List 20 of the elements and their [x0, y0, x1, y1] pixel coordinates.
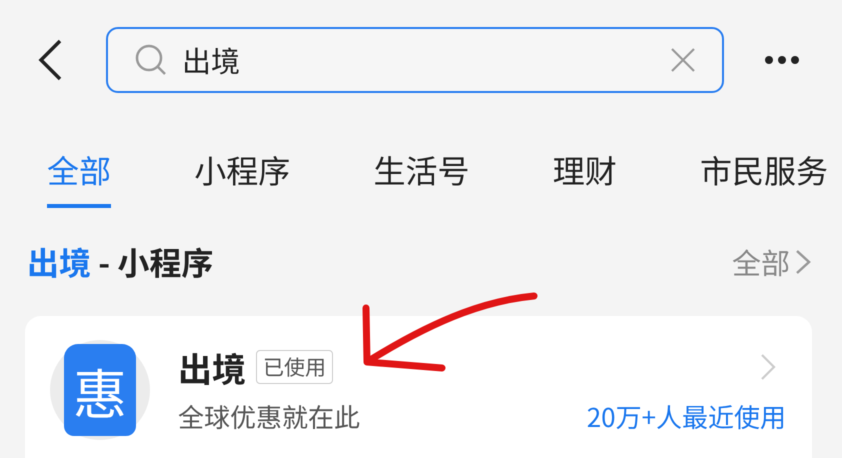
tab[interactable]: 市民服务: [700, 120, 828, 208]
result-card[interactable]: 惠 出境 已使用 全球优惠就在此 20万+人最近使用: [25, 316, 812, 458]
chevron-icon: [760, 353, 776, 381]
app-name: 出境: [178, 342, 246, 392]
used-tag: 已使用: [256, 350, 333, 384]
clear-icon[interactable]: [670, 47, 696, 73]
search-icon: [134, 43, 168, 77]
tab[interactable]: 理财: [552, 120, 617, 208]
section-query: 出境: [27, 239, 92, 285]
tab[interactable]: 小程序: [194, 120, 290, 208]
chevron-icon: [794, 248, 812, 276]
app-description: 全球优惠就在此: [178, 398, 360, 435]
search-field[interactable]: 出境: [106, 27, 724, 93]
tab[interactable]: 全部: [47, 120, 112, 208]
usage-count: 20万+人最近使用: [586, 398, 786, 435]
tab[interactable]: 生活号: [373, 120, 470, 208]
search-input[interactable]: 出境: [182, 39, 670, 81]
more-icon[interactable]: [764, 55, 800, 65]
app-icon: 惠: [50, 340, 150, 440]
section-title: - 小程序: [97, 239, 214, 285]
